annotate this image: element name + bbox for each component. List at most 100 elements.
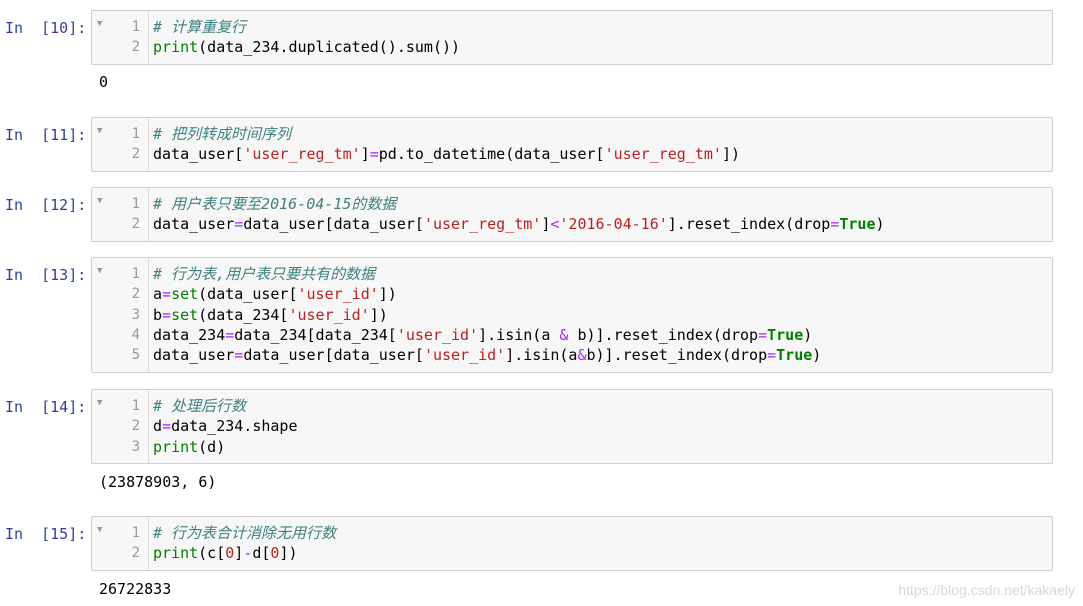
code-token: b: [153, 306, 163, 324]
code-token: data_user: [153, 215, 235, 233]
code-text: # 用户表只要至2016-04-15的数据: [153, 194, 396, 214]
cell-prompt: In [14]:: [5, 398, 87, 416]
code-token: 'user_id': [297, 285, 379, 303]
code-token: True: [776, 346, 813, 364]
code-token: =: [162, 417, 172, 435]
code-text: data_234=data_234[data_234['user_id'].is…: [153, 325, 812, 345]
cell-output: 0: [99, 73, 109, 91]
cell-prompt: In [13]:: [5, 266, 87, 284]
line-number: 1: [131, 196, 140, 212]
code-token: print: [153, 38, 199, 56]
code-token: ): [803, 326, 813, 344]
code-text: d=data_234.shape: [153, 416, 298, 436]
code-token: ): [812, 346, 822, 364]
code-token: ): [875, 215, 885, 233]
code-text: data_user['user_reg_tm']=pd.to_datetime(…: [153, 144, 740, 164]
code-token: ]): [721, 145, 741, 163]
code-token: data_user[: [153, 145, 244, 163]
code-token: 'user_reg_tm': [604, 145, 722, 163]
code-token: # 计算重复行: [153, 18, 247, 36]
line-number: 2: [131, 545, 140, 561]
code-token: 0: [225, 544, 235, 562]
code-token: ]: [234, 544, 244, 562]
cell-input-area[interactable]: ▼ 1 # 行为表,用户表只要共有的数据 2 a=set(data_user['user…: [91, 257, 1053, 373]
code-token: b)].reset_index(drop: [568, 326, 759, 344]
line-number: 3: [131, 439, 140, 455]
code-token: d: [153, 417, 163, 435]
code-token: data_234[data_234[: [234, 326, 397, 344]
line-number: 5: [131, 347, 140, 363]
code-token: =: [758, 326, 768, 344]
line-number: 3: [131, 307, 140, 323]
cell-prompt: In [15]:: [5, 525, 87, 543]
code-token: True: [839, 215, 876, 233]
code-text: b=set(data_234['user_id']): [153, 305, 388, 325]
line-number: 1: [131, 266, 140, 282]
code-token: =: [162, 306, 172, 324]
code-token: -: [243, 544, 253, 562]
code-token: # 行为表合计消除无用行数: [153, 524, 337, 542]
cell-input-area[interactable]: ▼ 1 # 用户表只要至2016-04-15的数据 2 data_user=data_u…: [91, 187, 1053, 242]
code-token: ]: [360, 145, 370, 163]
code-text: print(d): [153, 437, 225, 457]
code-token: pd.to_datetime(data_user[: [378, 145, 605, 163]
code-text: print(c[0]-d[0]): [153, 543, 298, 563]
line-number: 1: [131, 126, 140, 142]
code-text: # 把列转成时间序列: [153, 124, 291, 144]
code-token: # 处理后行数: [153, 397, 247, 415]
code-token: a: [153, 285, 163, 303]
code-token: '2016-04-16': [559, 215, 668, 233]
code-token: 'user_reg_tm': [243, 145, 361, 163]
line-number: 4: [131, 327, 140, 343]
watermark: https://blog.csdn.net/kakaely: [898, 582, 1075, 598]
code-token: 'user_reg_tm': [423, 215, 542, 233]
code-token: set: [171, 285, 199, 303]
cell-output: 26722833: [99, 580, 172, 598]
code-token: ].isin(a: [478, 326, 560, 344]
code-text: # 行为表合计消除无用行数: [153, 523, 336, 543]
code-text: # 行为表,用户表只要共有的数据: [153, 264, 375, 284]
code-token: =: [767, 346, 777, 364]
code-token: # 用户表只要至2016-04-15的数据: [153, 195, 397, 213]
line-number: 2: [131, 286, 140, 302]
code-token: 'user_id': [396, 326, 479, 344]
code-text: data_user=data_user[data_user['user_id']…: [153, 345, 821, 365]
line-number: 2: [131, 418, 140, 434]
code-token: # 行为表,用户表只要共有的数据: [153, 265, 376, 283]
cell-output: (23878903, 6): [99, 473, 217, 491]
code-token: ]): [378, 285, 397, 303]
code-token: # 把列转成时间序列: [153, 125, 292, 143]
code-token: data_user[data_user[: [243, 346, 424, 364]
code-token: =: [162, 285, 172, 303]
code-token: (d): [198, 438, 226, 456]
line-number: 1: [131, 398, 140, 414]
code-token: data_user[data_user[: [243, 215, 424, 233]
cell-input-area[interactable]: ▼ 1 # 处理后行数 2 d=data_234.shape 3 print(d): [91, 389, 1053, 464]
line-number: 1: [131, 19, 140, 35]
code-token: (c[: [198, 544, 226, 562]
code-token: data_234: [153, 326, 226, 344]
code-token: ]): [279, 544, 298, 562]
code-token: =: [225, 326, 235, 344]
code-token: 'user_id': [288, 306, 370, 324]
code-token: ]): [369, 306, 388, 324]
cell-input-area[interactable]: ▼ 1 # 计算重复行 2 print(data_234.duplicated().su…: [91, 10, 1053, 65]
code-token: b)].reset_index(drop: [586, 346, 768, 364]
code-text: data_user=data_user[data_user['user_reg_…: [153, 214, 885, 234]
cell-prompt: In [10]:: [5, 19, 87, 37]
code-token: (data_234.duplicated().sum()): [198, 38, 461, 56]
cell-input-area[interactable]: ▼ 1 # 行为表合计消除无用行数 2 print(c[0]-d[0]): [91, 516, 1053, 571]
cell-input-area[interactable]: ▼ 1 # 把列转成时间序列 2 data_user['user_reg_tm']=pd…: [91, 117, 1053, 172]
code-token: &: [577, 346, 587, 364]
cell-prompt: In [11]:: [5, 126, 87, 144]
line-number: 1: [131, 525, 140, 541]
code-token: =: [369, 145, 379, 163]
code-token: (data_234[: [198, 306, 289, 324]
code-text: a=set(data_user['user_id']): [153, 284, 397, 304]
code-text: # 处理后行数: [153, 396, 246, 416]
code-token: print: [153, 544, 199, 562]
code-token: print: [153, 438, 199, 456]
code-text: # 计算重复行: [153, 17, 246, 37]
line-number: 2: [131, 216, 140, 232]
code-token: data_user: [153, 346, 235, 364]
